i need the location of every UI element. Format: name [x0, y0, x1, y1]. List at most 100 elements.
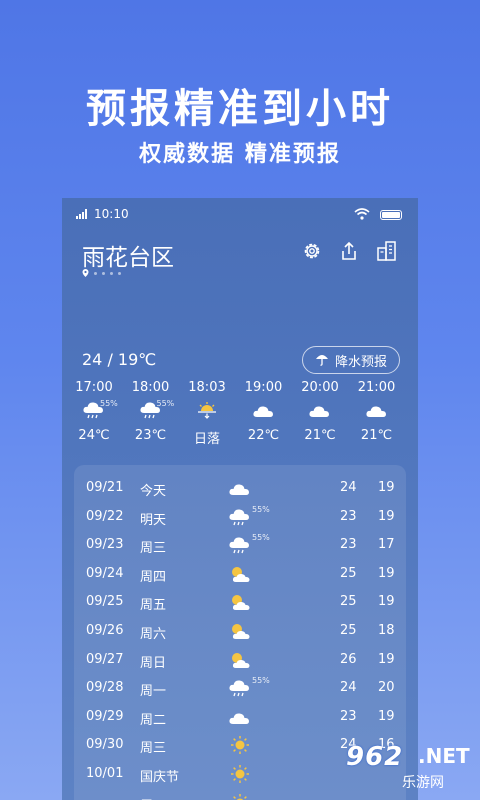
- daily-high: 25: [340, 594, 357, 610]
- cloud-rain-icon: [228, 507, 252, 527]
- umbrella-icon: [316, 355, 328, 366]
- today-temp-range: 24 / 19℃: [82, 350, 157, 369]
- status-bar: 10:10: [76, 206, 404, 224]
- cloud-icon: [252, 400, 276, 420]
- partly-cloudy-icon: [228, 650, 252, 670]
- promo-subheadline: 权威数据 精准预报: [139, 142, 341, 167]
- daily-row[interactable]: 09/23 周三 55% 23 17: [74, 531, 406, 559]
- daily-high: 25: [340, 623, 357, 638]
- daily-date: 09/26: [86, 623, 124, 638]
- daily-low: 19: [378, 651, 395, 667]
- daily-weekday: 周六: [140, 627, 167, 642]
- cloud-icon: [365, 400, 389, 420]
- cloud-icon: [308, 400, 332, 420]
- daily-weekday: 明天: [140, 512, 167, 528]
- watermark-suffix: .NET: [418, 744, 470, 768]
- hourly-value: 日落: [193, 432, 220, 447]
- hourly-value: 24℃: [78, 428, 110, 443]
- daily-row[interactable]: 09/21 今天 24 19: [74, 474, 406, 502]
- gear-icon[interactable]: [301, 240, 323, 262]
- daily-row[interactable]: 09/22 明天 55% 23 19: [74, 503, 406, 531]
- daily-row[interactable]: 09/27 周日 26 19: [74, 646, 406, 674]
- daily-low: 18: [378, 623, 395, 638]
- cloud-rain-icon: [228, 535, 252, 555]
- daily-high: 23: [340, 508, 357, 524]
- daily-row[interactable]: 09/28 周一 55% 24 20: [74, 674, 406, 702]
- sun-icon: [228, 735, 252, 755]
- daily-weekday: 周三: [140, 541, 167, 557]
- daily-date: 09/22: [86, 508, 124, 524]
- location-name[interactable]: 雨花台区: [82, 238, 174, 272]
- daily-date: 09/25: [86, 594, 124, 610]
- daily-low: 19: [378, 508, 395, 524]
- daily-row[interactable]: 09/26 周六 25 18: [74, 617, 406, 645]
- daily-high: 25: [340, 565, 357, 581]
- share-icon[interactable]: [338, 240, 360, 262]
- daily-low: 20: [378, 680, 395, 696]
- daily-high: 24: [340, 480, 357, 495]
- daily-weekday: 周五: [140, 795, 166, 800]
- daily-date: 09/28: [86, 680, 124, 696]
- watermark-logo: 962 .NET 乐游网: [336, 742, 476, 798]
- phone-screen: 10:10 雨花台区 24 / 19℃ 降水预报 17:00 55% 24℃ 1…: [62, 198, 418, 800]
- daily-low: 19: [378, 480, 395, 495]
- daily-high: 24: [340, 680, 357, 696]
- daily-weekday: 周日: [140, 655, 167, 671]
- daily-row[interactable]: 09/25 周五 25 19: [74, 588, 406, 616]
- partly-cloudy-icon: [228, 564, 252, 584]
- daily-date: 09/29: [86, 708, 124, 724]
- sun-icon: [228, 793, 252, 800]
- wifi-icon: [354, 208, 370, 220]
- daily-date: 09/24: [86, 565, 124, 581]
- daily-date: 09/27: [86, 651, 124, 667]
- hourly-value: 21℃: [360, 428, 393, 443]
- sunset-icon: [195, 400, 219, 420]
- daily-date: 10/01: [86, 766, 124, 781]
- hourly-forecast: 17:00 55% 24℃ 18:00 55% 23℃ 18:03 日落 19:00 22℃ 20:…: [62, 378, 418, 448]
- daily-weekday: 周一: [140, 684, 167, 700]
- daily-weekday: 周二: [140, 712, 167, 728]
- daily-row[interactable]: 09/29 周二 23 19: [74, 703, 406, 731]
- partly-cloudy-icon: [228, 621, 252, 641]
- page-dot: [94, 272, 97, 275]
- cloud-icon: [228, 478, 252, 498]
- cloud-icon: [228, 707, 252, 727]
- daily-low: 19: [378, 594, 395, 610]
- daily-high: 26: [340, 651, 357, 667]
- page-dot: [102, 272, 105, 275]
- hourly-precip-chance: 55%: [100, 399, 118, 408]
- daily-weekday: 周三: [140, 741, 167, 757]
- daily-precip-chance: 55%: [252, 533, 270, 543]
- signal-icon: [76, 209, 87, 219]
- cloud-rain-icon: [228, 678, 252, 698]
- promo-headline: 预报精准到小时: [86, 86, 394, 132]
- daily-date: 09/23: [86, 537, 124, 553]
- rain-forecast-label: 降水预报: [335, 355, 388, 370]
- hourly-time: 17:00: [75, 380, 113, 395]
- watermark-number: 962: [346, 742, 404, 772]
- rain-forecast-button[interactable]: 降水预报: [302, 346, 400, 374]
- partly-cloudy-icon: [228, 592, 252, 612]
- hourly-value: 22℃: [247, 428, 280, 443]
- city-buildings-icon[interactable]: [376, 240, 398, 262]
- hourly-time: 19:00: [244, 380, 283, 395]
- daily-low: 19: [378, 708, 395, 724]
- hourly-value: 23℃: [134, 428, 167, 443]
- daily-precip-chance: 55%: [252, 504, 270, 514]
- hourly-time: 18:00: [131, 380, 170, 395]
- hourly-time: 18:03: [188, 380, 226, 395]
- hourly-precip-chance: 55%: [156, 399, 175, 408]
- daily-row[interactable]: 09/24 周四 25 19: [74, 560, 406, 588]
- daily-high: 23: [340, 537, 357, 553]
- daily-weekday: 国庆节: [140, 770, 180, 785]
- daily-weekday: 今天: [140, 484, 167, 499]
- daily-weekday: 周四: [140, 569, 167, 585]
- battery-icon: [380, 210, 402, 220]
- status-time: 10:10: [94, 207, 129, 221]
- daily-date: 09/21: [86, 480, 124, 495]
- page-dot: [110, 272, 113, 275]
- daily-low: 19: [378, 565, 395, 581]
- hourly-time: 21:00: [357, 380, 396, 395]
- daily-precip-chance: 55%: [252, 676, 270, 686]
- daily-weekday: 周五: [140, 598, 167, 614]
